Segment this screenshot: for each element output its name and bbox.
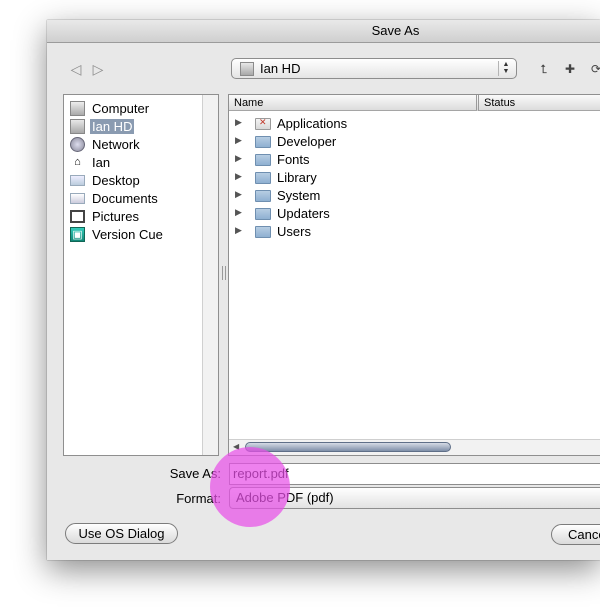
scrollbar-thumb[interactable]: [245, 442, 451, 452]
location-popup[interactable]: Ian HD ▲ ▼: [231, 58, 517, 79]
pane-splitter-handle[interactable]: [222, 266, 226, 280]
table-row[interactable]: ▶ System: [229, 187, 600, 205]
scroll-left-arrow-icon[interactable]: ◀: [233, 442, 239, 451]
library-folder-icon: [255, 172, 271, 184]
format-select[interactable]: Adobe PDF (pdf): [229, 487, 600, 509]
row-name: Users: [277, 224, 311, 239]
sidebar: Computer Ian HD Network ⌂ Ian Desktop Do…: [63, 94, 219, 456]
row-name: System: [277, 188, 321, 203]
sidebar-item-label: Ian HD: [90, 119, 135, 134]
sidebar-item-label: Computer: [92, 101, 150, 116]
folder-icon: [255, 154, 271, 166]
row-name: Developer: [277, 134, 337, 149]
sidebar-item-documents[interactable]: Documents: [70, 190, 210, 208]
users-folder-icon: [255, 226, 271, 238]
disclosure-triangle-icon[interactable]: ▶: [235, 207, 242, 218]
sidebar-item-label: Pictures: [92, 209, 139, 224]
sidebar-scrollbar[interactable]: [202, 95, 218, 455]
disclosure-triangle-icon[interactable]: ▶: [235, 153, 242, 164]
sidebar-item-label: Ian: [92, 155, 111, 170]
file-browser: Name Status ▶ Applications ▶ Developer ▶…: [228, 94, 600, 456]
disclosure-triangle-icon[interactable]: ▶: [235, 189, 242, 200]
row-name: Applications: [277, 116, 348, 131]
home-icon: ⌂: [74, 156, 81, 168]
hard-disk-icon: [240, 62, 254, 76]
sidebar-item-pictures[interactable]: Pictures: [70, 208, 210, 226]
hard-disk-icon: [70, 119, 85, 134]
save-as-dialog: Save As ◁ ▷ Ian HD ▲ ▼ ⮤ ✚ ⟳ Computer Ian…: [47, 20, 600, 560]
row-name: Updaters: [277, 206, 330, 221]
table-row[interactable]: ▶ Users: [229, 223, 600, 241]
computer-icon: [70, 101, 85, 116]
back-arrow-icon[interactable]: ◁: [67, 60, 85, 78]
horizontal-scrollbar[interactable]: ◀: [229, 439, 600, 455]
location-label: Ian HD: [260, 61, 301, 76]
table-row[interactable]: ▶ Developer: [229, 133, 600, 151]
column-header-status[interactable]: Status: [479, 95, 600, 111]
sidebar-item-network[interactable]: Network: [70, 136, 210, 154]
network-icon: [70, 137, 85, 152]
up-folder-icon[interactable]: ⮤: [536, 62, 552, 76]
disclosure-triangle-icon[interactable]: ▶: [235, 135, 242, 146]
title-bar[interactable]: Save As: [47, 20, 600, 43]
table-row[interactable]: ▶ Applications: [229, 115, 600, 133]
developer-folder-icon: [255, 136, 271, 148]
disclosure-triangle-icon[interactable]: ▶: [235, 117, 242, 128]
sidebar-item-label: Desktop: [92, 173, 140, 188]
table-row[interactable]: ▶ Fonts: [229, 151, 600, 169]
refresh-icon[interactable]: ⟳: [588, 62, 600, 76]
documents-icon: [70, 193, 85, 204]
sidebar-item-label: Documents: [92, 191, 158, 206]
save-as-label: Save As:: [169, 466, 221, 481]
applications-folder-icon: [255, 117, 271, 130]
chevron-updown-icon: ▲ ▼: [498, 61, 513, 76]
sidebar-item-label: Version Cue: [92, 227, 163, 242]
version-cue-icon: ▣: [70, 227, 85, 242]
forward-arrow-icon[interactable]: ▷: [89, 60, 107, 78]
format-label: Format:: [176, 491, 221, 506]
cancel-button[interactable]: Cance: [551, 524, 600, 545]
sidebar-item-computer[interactable]: Computer: [70, 100, 210, 118]
sidebar-item-version-cue[interactable]: ▣ Version Cue: [70, 226, 210, 244]
row-name: Library: [277, 170, 317, 185]
pictures-icon: [70, 210, 85, 223]
table-row[interactable]: ▶ Updaters: [229, 205, 600, 223]
row-name: Fonts: [277, 152, 310, 167]
table-row[interactable]: ▶ Library: [229, 169, 600, 187]
sidebar-item-label: Network: [92, 137, 140, 152]
disclosure-triangle-icon[interactable]: ▶: [235, 171, 242, 182]
desktop-icon: [70, 175, 85, 186]
use-os-dialog-button[interactable]: Use OS Dialog: [65, 523, 178, 544]
system-folder-icon: [255, 190, 271, 202]
new-folder-icon[interactable]: ✚: [562, 62, 578, 76]
window-title: Save As: [371, 23, 420, 38]
folder-icon: [255, 208, 271, 220]
filename-input[interactable]: report.pdf: [229, 463, 600, 485]
sidebar-item-ian-hd[interactable]: Ian HD: [70, 118, 210, 136]
sidebar-item-ian[interactable]: ⌂ Ian: [70, 154, 210, 172]
disclosure-triangle-icon[interactable]: ▶: [235, 225, 242, 236]
column-header-name[interactable]: Name: [229, 95, 479, 111]
sidebar-item-desktop[interactable]: Desktop: [70, 172, 210, 190]
